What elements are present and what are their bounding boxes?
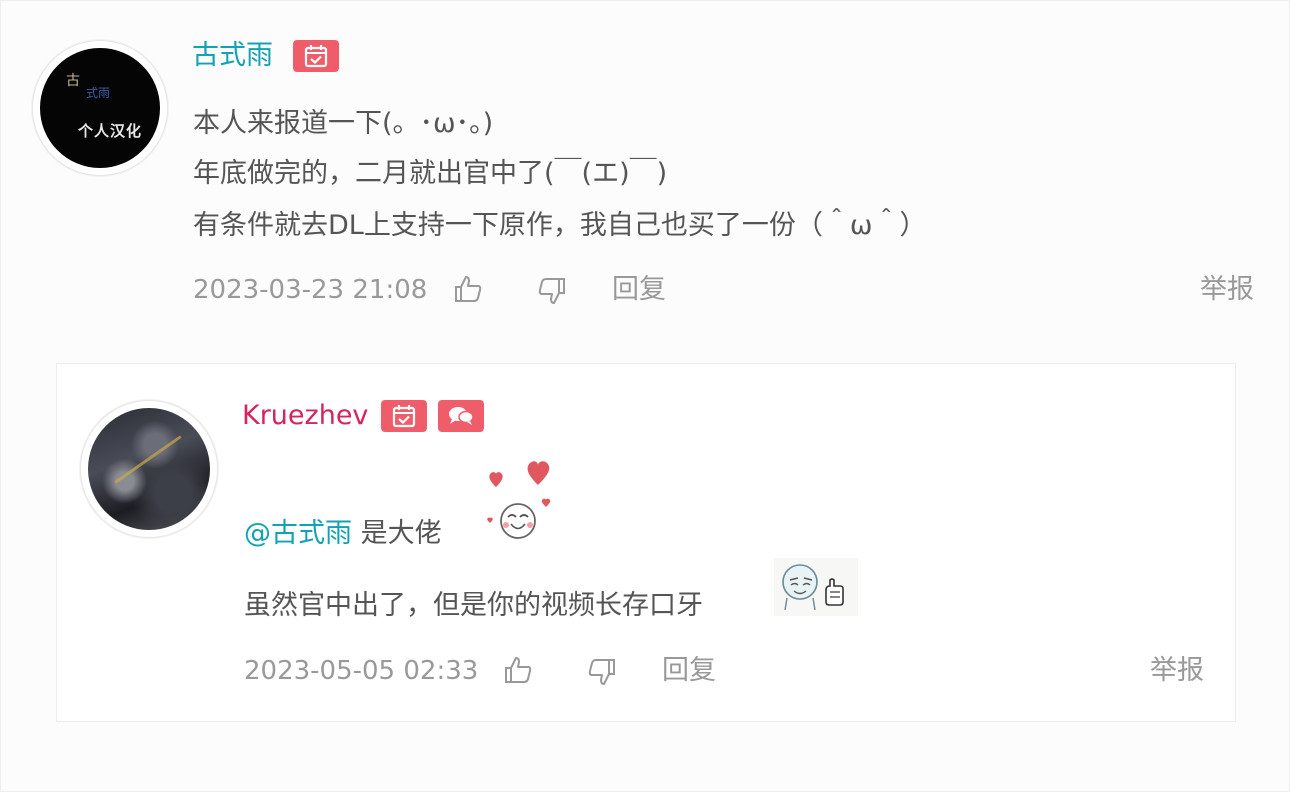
- report-button[interactable]: 举报: [1200, 274, 1254, 306]
- reply-timestamp: 2023-05-05 02:33: [244, 656, 479, 686]
- thumbs-up-icon[interactable]: [452, 273, 484, 305]
- avatar[interactable]: [80, 400, 218, 538]
- avatar-text: 个人汉化: [78, 122, 143, 140]
- avatar-text: 式雨: [86, 86, 111, 100]
- thumbs-down-icon[interactable]: [586, 656, 618, 688]
- avatar-text: 古: [66, 73, 80, 89]
- reply-button[interactable]: 回复: [612, 274, 666, 306]
- thumbs-up-emote: [774, 558, 858, 616]
- reply-button[interactable]: 回复: [662, 655, 716, 687]
- comment-text-line: 年底做完的，二月就出官中了(￣(エ)￣): [193, 158, 668, 189]
- calendar-check-icon: [293, 40, 339, 72]
- reply-text-line: 虽然官中出了，但是你的视频长存口牙: [244, 590, 703, 621]
- avatar[interactable]: 古 式雨 个人汉化: [32, 40, 168, 176]
- comment-text-line: 本人来报道一下(。･ω･。): [193, 108, 494, 139]
- reply-username[interactable]: Kruezhev: [242, 400, 368, 432]
- thumbs-up-icon[interactable]: [502, 654, 534, 686]
- love-hearts-emote: [482, 455, 560, 543]
- reply-container: [56, 363, 1236, 722]
- thumbs-down-icon[interactable]: [536, 275, 568, 307]
- comment-timestamp: 2023-03-23 21:08: [193, 275, 428, 305]
- calendar-check-icon: [381, 400, 427, 432]
- chat-bubbles-icon: [438, 400, 484, 432]
- mention-link[interactable]: @古式雨: [244, 518, 352, 549]
- report-button[interactable]: 举报: [1150, 655, 1204, 687]
- reply-text-line: @古式雨 是大佬: [244, 518, 442, 550]
- reply-text-fragment: 是大佬: [352, 518, 442, 549]
- comment-text-line: 有条件就去DL上支持一下原作，我自己也买了一份（＾ω＾）: [193, 210, 927, 241]
- comment-username[interactable]: 古式雨: [192, 40, 273, 72]
